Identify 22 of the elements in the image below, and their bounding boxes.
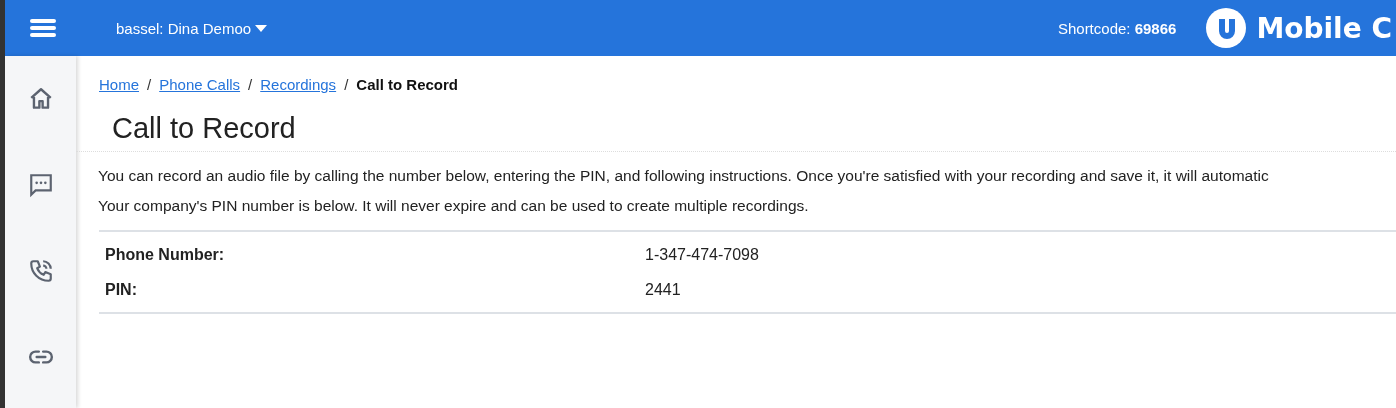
detail-value: 1-347-474-7098	[645, 245, 759, 264]
breadcrumb-link[interactable]: Home	[99, 75, 139, 93]
page-title: Call to Record	[112, 111, 296, 146]
paragraph: You can record an audio file by calling the number below, entering the PIN, and following instructions. Once you're satisfied with your recording and save it, it will automatic	[98, 166, 1269, 186]
account-dropdown[interactable]: bassel: Dina Demoo	[116, 19, 268, 37]
breadcrumb-separator: /	[344, 75, 349, 93]
detail-label: PIN:	[105, 280, 138, 299]
breadcrumb-link[interactable]: Phone Calls	[159, 75, 241, 93]
chat-icon[interactable]	[27, 172, 54, 198]
breadcrumb-current: Call to Record	[356, 75, 458, 93]
paragraph: Your company's PIN number is below. It will never expire and can be used to create multiple recordings.	[98, 196, 809, 216]
logo-text: Mobile C	[1256, 11, 1392, 45]
menu-button[interactable]	[30, 18, 56, 38]
breadcrumb-link[interactable]: Recordings	[260, 75, 337, 93]
breadcrumb-separator: /	[248, 75, 253, 93]
detail-label: Phone Number:	[105, 245, 226, 264]
phone-icon[interactable]	[27, 258, 54, 284]
breadcrumb-separator: /	[147, 75, 152, 93]
logo-icon	[1206, 8, 1247, 48]
shortcode-text: Shortcode: 69866	[1057, 19, 1177, 37]
caret-icon	[255, 24, 268, 32]
detail-value: 2441	[645, 280, 681, 299]
